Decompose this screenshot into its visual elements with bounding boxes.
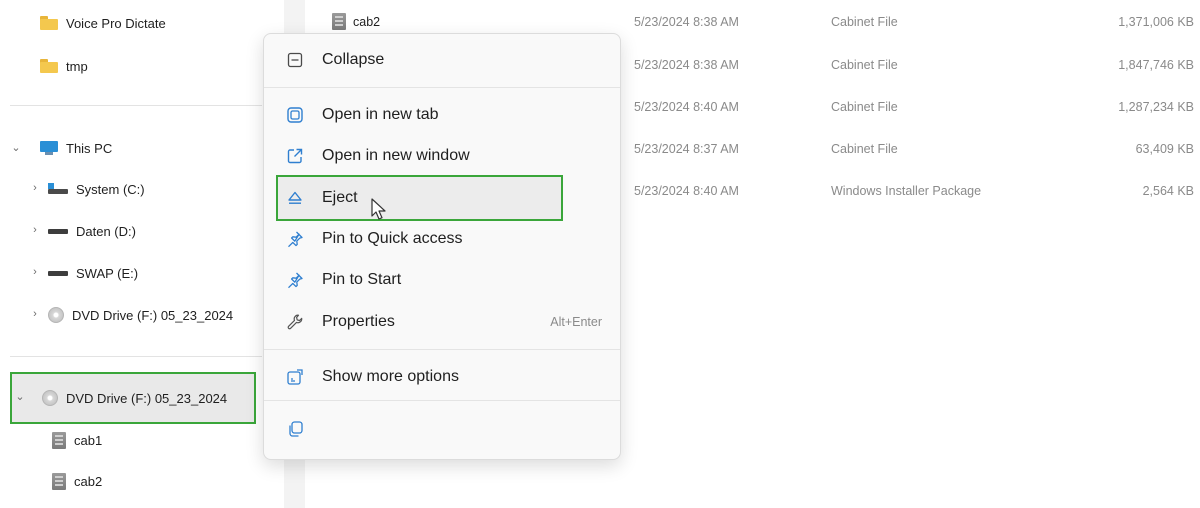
dvd-drive-icon — [48, 307, 64, 323]
menu-item-open-new-window[interactable]: Open in new window — [270, 138, 614, 174]
nav-item-label: This PC — [66, 140, 113, 156]
file-type: Cabinet File — [831, 15, 898, 29]
menu-item-label: Collapse — [322, 51, 385, 68]
nav-item-label: Voice Pro Dictate — [66, 15, 166, 31]
chevron-right-icon[interactable]: › — [29, 308, 41, 320]
file-name: cab2 — [353, 15, 381, 29]
menu-separator — [264, 349, 620, 350]
nav-item-voice-pro-dictate[interactable]: Voice Pro Dictate — [40, 8, 166, 38]
nav-item-swap-e[interactable]: SWAP (E:) — [48, 258, 138, 288]
menu-item-properties[interactable]: Properties Alt+Enter — [270, 304, 614, 340]
keyboard-shortcut: Alt+Enter — [550, 315, 602, 329]
file-date: 5/23/2024 8:40 AM — [634, 100, 739, 114]
file-size: 1,371,006 KB — [1118, 15, 1194, 29]
menu-item-collapse[interactable]: Collapse — [270, 42, 614, 78]
dvd-drive-icon — [42, 390, 58, 406]
nav-item-daten-d[interactable]: Daten (D:) — [48, 216, 136, 246]
chevron-down-icon[interactable]: ⌄ — [10, 141, 22, 154]
nav-item-label: DVD Drive (F:) 05_23_2024 — [72, 307, 234, 323]
pin-icon — [280, 271, 310, 289]
context-menu: Collapse Open in new tab Open in new win… — [263, 33, 621, 460]
chevron-down-icon[interactable]: ⌄ — [14, 390, 26, 403]
file-size: 1,847,746 KB — [1118, 58, 1194, 72]
menu-item-copy[interactable] — [270, 411, 314, 447]
nav-item-label: Daten (D:) — [76, 223, 136, 239]
wrench-icon — [280, 313, 310, 331]
folder-icon — [40, 16, 58, 30]
menu-item-pin-quick-access[interactable]: Pin to Quick access — [270, 221, 614, 257]
new-window-icon — [280, 147, 310, 165]
nav-item-cab2[interactable]: cab2 — [52, 466, 102, 496]
menu-item-label: Open in new window — [322, 147, 470, 164]
nav-item-dvd-drive-f-selected[interactable]: DVD Drive (F:) 05_23_2024 — [42, 383, 227, 413]
nav-item-cab1[interactable]: cab1 — [52, 425, 102, 455]
cabinet-file-icon — [332, 13, 346, 30]
file-type: Cabinet File — [831, 58, 898, 72]
file-type: Windows Installer Package — [831, 184, 982, 198]
eject-icon — [280, 190, 310, 206]
chevron-right-icon[interactable]: › — [29, 182, 41, 194]
chevron-right-icon[interactable]: › — [29, 224, 41, 236]
file-date: 5/23/2024 8:37 AM — [634, 142, 739, 156]
menu-item-show-more-options[interactable]: Show more options — [270, 359, 614, 395]
nav-item-label: cab1 — [74, 432, 103, 448]
nav-item-system-c[interactable]: System (C:) — [48, 174, 145, 204]
system-drive-icon — [48, 183, 68, 195]
hard-drive-icon — [48, 228, 68, 234]
hard-drive-icon — [48, 270, 68, 276]
nav-item-tmp[interactable]: tmp — [40, 51, 88, 81]
cabinet-file-icon — [52, 472, 66, 490]
menu-item-label: Pin to Start — [322, 271, 402, 288]
menu-item-eject[interactable]: Eject — [270, 180, 614, 216]
menu-item-pin-start[interactable]: Pin to Start — [270, 262, 614, 298]
chevron-right-icon[interactable]: › — [29, 266, 41, 278]
menu-item-label: Properties — [322, 313, 395, 330]
show-more-options-icon — [280, 368, 310, 386]
file-size: 1,287,234 KB — [1118, 100, 1194, 114]
menu-separator — [264, 87, 620, 88]
menu-item-open-new-tab[interactable]: Open in new tab — [270, 97, 614, 133]
file-size: 2,564 KB — [1142, 184, 1194, 198]
menu-item-label: Eject — [322, 189, 358, 206]
file-date: 5/23/2024 8:40 AM — [634, 184, 739, 198]
folder-icon — [40, 59, 58, 73]
new-tab-icon — [280, 106, 310, 124]
nav-item-label: DVD Drive (F:) 05_23_2024 — [66, 390, 228, 406]
nav-item-label: tmp — [66, 58, 88, 74]
copy-icon — [280, 420, 310, 438]
menu-item-label: Open in new tab — [322, 106, 439, 123]
collapse-icon — [280, 52, 310, 68]
nav-separator — [10, 356, 262, 357]
menu-item-label: Pin to Quick access — [322, 230, 463, 247]
nav-item-label: SWAP (E:) — [76, 265, 139, 281]
file-date: 5/23/2024 8:38 AM — [634, 58, 739, 72]
file-type: Cabinet File — [831, 142, 898, 156]
nav-item-label: System (C:) — [76, 181, 145, 197]
nav-item-label: cab2 — [74, 473, 103, 489]
file-type: Cabinet File — [831, 100, 898, 114]
file-size: 63,409 KB — [1135, 142, 1194, 156]
computer-icon — [40, 141, 58, 155]
nav-separator — [10, 105, 262, 106]
cabinet-file-icon — [52, 431, 66, 449]
menu-separator — [264, 400, 620, 401]
file-date: 5/23/2024 8:38 AM — [634, 15, 739, 29]
nav-item-this-pc[interactable]: This PC — [40, 133, 112, 163]
navigation-pane: Voice Pro Dictate tmp ⌄ This PC › System… — [0, 0, 284, 508]
pin-icon — [280, 230, 310, 248]
nav-item-dvd-drive-f[interactable]: DVD Drive (F:) 05_23_2024 — [48, 300, 233, 330]
mouse-cursor-icon — [371, 198, 386, 220]
menu-item-label: Show more options — [322, 368, 459, 385]
